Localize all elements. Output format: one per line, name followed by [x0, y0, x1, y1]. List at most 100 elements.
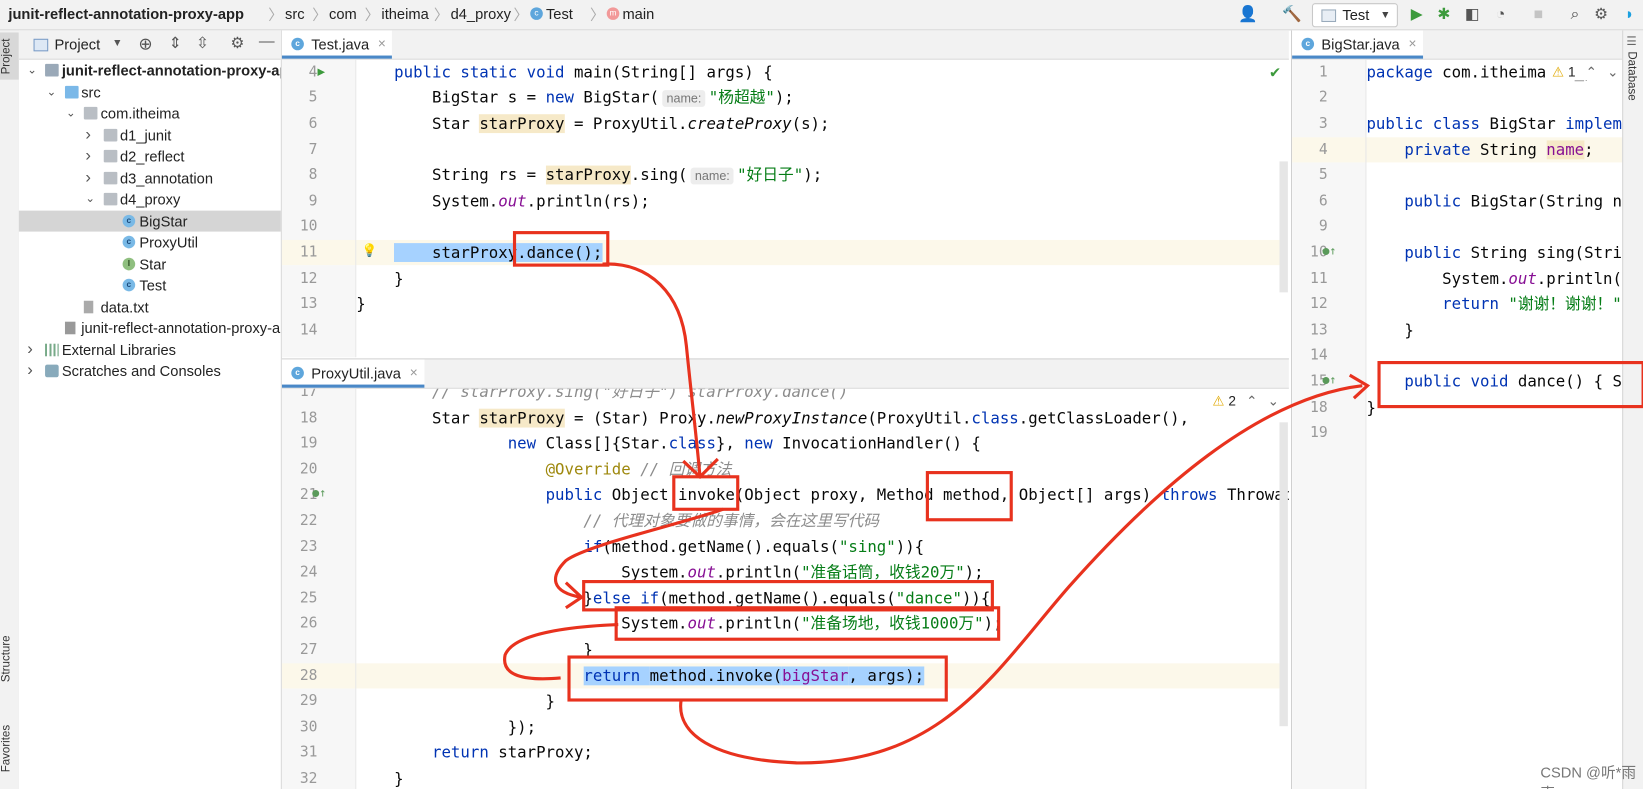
database-tool-tab[interactable]: Database	[1625, 51, 1638, 100]
tab-proxyutil-java[interactable]: c ProxyUtil.java ×	[281, 359, 424, 388]
gutter-divider	[355, 59, 357, 358]
implements-gutter-icon[interactable]: ●↑	[312, 487, 326, 501]
tab-bigstar-java[interactable]: c BigStar.java ×	[1292, 30, 1423, 59]
line-number: 20	[299, 460, 318, 478]
code-token: package	[1366, 62, 1443, 82]
chevron-right-icon[interactable]: ›	[85, 146, 91, 167]
tree-item-label: com.itheima	[100, 104, 180, 122]
chevron-right-icon[interactable]: ›	[85, 167, 91, 188]
chevron-down-icon[interactable]: ⌄	[47, 81, 57, 102]
profile-icon[interactable]: ◔	[1489, 4, 1512, 25]
tree-item[interactable]: data.txt	[19, 296, 281, 317]
scrollbar[interactable]	[1279, 422, 1288, 727]
stop-icon[interactable]: ■	[1527, 4, 1550, 25]
chevron-up-icon[interactable]: ⌃	[1246, 393, 1257, 409]
code-token: public	[1404, 242, 1471, 262]
code-token: @Override	[545, 459, 631, 479]
tree-item[interactable]: ⌄ com.itheima	[19, 103, 281, 124]
coverage-icon[interactable]: ◧	[1461, 4, 1484, 25]
run-config-dropdown[interactable]: Test ▼	[1311, 3, 1398, 28]
tree-item[interactable]: c BigStar	[18, 210, 281, 232]
tree-item[interactable]: ⌄ src	[19, 81, 281, 102]
tree-item[interactable]: › d2_reflect	[19, 146, 281, 167]
breadcrumb-item[interactable]: itheima	[381, 5, 428, 22]
code-token: out	[498, 191, 527, 211]
tab-test-java[interactable]: c Test.java ×	[281, 30, 393, 59]
code-area[interactable]: 17 // starProxy.sing("好日子") starProxy.da…	[281, 388, 1289, 789]
favorites-tool-tab[interactable]: Favorites	[0, 712, 19, 785]
tree-item[interactable]: › d3_annotation	[19, 167, 281, 188]
project-panel: Project ▼ ⊕ ⇕ ⇳ ⚙ — ⌄ junit-reflect-annot…	[18, 30, 282, 789]
chevron-down-icon[interactable]: ⌄	[85, 189, 95, 210]
locate-icon[interactable]: ⊕	[138, 34, 152, 55]
chevron-right-icon[interactable]: ›	[85, 124, 91, 145]
close-icon[interactable]: ×	[378, 30, 386, 57]
implements-gutter-icon[interactable]: ●↑	[1322, 244, 1336, 258]
chevron-down-icon[interactable]: ⌄	[1607, 64, 1618, 80]
inspection-widget[interactable]: ⚠ 2 ⌃ ⌄	[1208, 392, 1284, 410]
chevron-up-icon[interactable]: ⌃	[1586, 64, 1597, 80]
gear-icon[interactable]: ⚙	[1590, 4, 1613, 25]
breadcrumb-item[interactable]: junit-reflect-annotation-proxy-app	[8, 5, 244, 22]
structure-tool-tab[interactable]: Structure	[0, 617, 19, 701]
line-number: 31	[299, 744, 318, 762]
code-token: , args);	[848, 666, 925, 685]
hammer-icon[interactable]: 🔨	[1281, 4, 1304, 25]
tree-item[interactable]: c Test	[19, 275, 281, 296]
close-icon[interactable]: ×	[1409, 30, 1417, 57]
tree-item[interactable]: › d1_junit	[19, 124, 281, 145]
line-number: 14	[1310, 347, 1328, 364]
chevron-right-icon[interactable]: ›	[27, 339, 33, 360]
code-area[interactable]: 4 ▶ public static void main(String[] args…	[281, 59, 1289, 358]
line-number: 5	[308, 89, 318, 107]
search-icon[interactable]: ⌕	[1563, 4, 1586, 25]
tree-item[interactable]: junit-reflect-annotation-proxy-app.iml	[19, 318, 281, 339]
user-icon[interactable]: 👤	[1237, 4, 1260, 25]
breadcrumb-item[interactable]: Test	[546, 5, 573, 22]
run-gutter-icon[interactable]: ▶	[318, 64, 326, 79]
tree-item[interactable]: I Star	[19, 253, 281, 274]
code-line: Star starProxy = (Star) Proxy.newProxyIn…	[356, 405, 1189, 431]
tree-item[interactable]: ⌄ d4_proxy	[19, 189, 281, 210]
code-token: out	[687, 614, 716, 634]
chevron-down-icon[interactable]: ⌄	[1268, 393, 1279, 409]
chevron-down-icon[interactable]: ⌄	[66, 103, 76, 124]
scrollbar[interactable]	[1279, 161, 1288, 293]
expand-all-icon[interactable]: ⇕	[169, 34, 182, 53]
project-panel-title[interactable]: Project	[54, 36, 100, 53]
debug-icon[interactable]: ✱	[1432, 4, 1455, 25]
gear-icon[interactable]: ⚙	[231, 34, 245, 53]
chevron-down-icon[interactable]: ▼	[112, 38, 122, 50]
chevron-down-icon[interactable]: ⌄	[27, 60, 37, 81]
line-number: 25	[299, 589, 318, 607]
collapse-all-icon[interactable]: ⇳	[196, 34, 209, 53]
implements-gutter-icon[interactable]: ●↑	[1322, 373, 1336, 387]
tree-item[interactable]: › External Libraries	[19, 339, 281, 360]
breadcrumb-item[interactable]: src	[285, 5, 305, 22]
tree-item[interactable]: ⌄ junit-reflect-annotation-proxy-app	[19, 60, 281, 81]
code-token: );	[774, 88, 794, 108]
tree-item-label: ProxyUtil	[139, 233, 199, 251]
code-area[interactable]: 1 package com.itheima.d4_proxy; 2 3 public c…	[1292, 59, 1624, 789]
breadcrumb-item[interactable]: com	[329, 5, 357, 22]
tree-item[interactable]: c ProxyUtil	[19, 232, 281, 253]
tree-item-label: d3_annotation	[119, 169, 214, 187]
code-token: System.	[356, 614, 688, 634]
toolbox-logo-icon[interactable]: ◗	[1618, 4, 1641, 25]
inspection-widget[interactable]: ⚠ 1 ⌃ ⌄	[1547, 63, 1623, 81]
chevron-right-icon[interactable]: ›	[27, 360, 33, 381]
run-icon[interactable]: ▶	[1405, 4, 1428, 25]
tree-item-label: d4_proxy	[119, 190, 181, 208]
project-tool-tab[interactable]: Project	[0, 32, 19, 80]
tree-item[interactable]: › Scratches and Consoles	[19, 360, 281, 381]
breadcrumb-item[interactable]: d4_proxy	[451, 5, 511, 22]
tab-label: Test.java	[311, 35, 370, 53]
code-token: String rs =	[356, 165, 546, 185]
breadcrumb-item[interactable]: main	[622, 5, 654, 22]
close-icon[interactable]: ×	[410, 359, 418, 386]
tree-item-label: data.txt	[100, 298, 149, 315]
hide-icon[interactable]: —	[259, 32, 275, 50]
code-token: name	[1546, 139, 1585, 159]
line-number: 2	[1318, 89, 1328, 107]
